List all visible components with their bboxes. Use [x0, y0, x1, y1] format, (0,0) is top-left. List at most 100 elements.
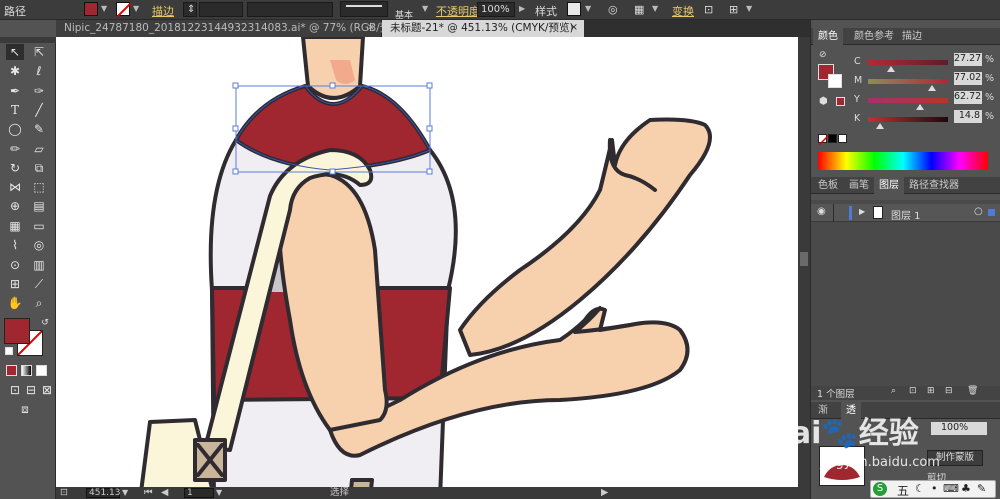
- none-color-button[interactable]: [818, 134, 829, 146]
- perspective-grid-tool-icon[interactable]: ▤: [30, 198, 48, 214]
- slider-k-thumb[interactable]: [876, 123, 884, 129]
- transparency-opacity-input[interactable]: 100%: [931, 422, 987, 435]
- type-tool-icon[interactable]: T: [6, 102, 24, 118]
- paintbrush-tool-icon[interactable]: ✎: [30, 121, 48, 137]
- toolbar-grip[interactable]: [0, 37, 56, 43]
- visibility-eye-icon[interactable]: ◉: [817, 206, 826, 217]
- lasso-tool-icon[interactable]: ℓ: [30, 63, 48, 79]
- gradient-mode-icon[interactable]: [21, 365, 32, 376]
- magic-wand-tool-icon[interactable]: ✱: [6, 63, 24, 79]
- color-mode-icon[interactable]: [6, 365, 17, 376]
- tab-color[interactable]: 颜色: [813, 28, 843, 45]
- stroke-none-swatch[interactable]: [116, 2, 132, 18]
- zoom-dropdown-icon[interactable]: ▼: [122, 487, 128, 499]
- tab-swatches[interactable]: 色板: [813, 177, 843, 194]
- slider-m-track[interactable]: [868, 79, 948, 84]
- selection-tool-icon[interactable]: ↖: [6, 44, 24, 60]
- status-arrow-icon[interactable]: ▶: [601, 487, 608, 499]
- tab-color-guide[interactable]: 颜色参考: [849, 28, 899, 45]
- recolor-icon[interactable]: ◎: [608, 3, 618, 16]
- close-icon[interactable]: ×: [367, 20, 375, 36]
- artboard-dropdown-icon[interactable]: ▼: [216, 487, 222, 499]
- stroke-weight-stepper[interactable]: ⇕: [183, 2, 197, 17]
- artboard-number-input[interactable]: 1: [184, 488, 214, 498]
- opacity-input[interactable]: 100%: [477, 2, 515, 17]
- cube-icon[interactable]: ⬢: [819, 96, 828, 107]
- keyboard-icon[interactable]: ⌨: [943, 482, 959, 495]
- m-value-input[interactable]: 77.02: [954, 72, 982, 85]
- shape-builder-tool-icon[interactable]: ⊕: [6, 198, 24, 214]
- mesh-tool-icon[interactable]: ▦: [6, 218, 24, 234]
- slider-c-thumb[interactable]: [887, 66, 895, 72]
- selection-indicator[interactable]: [988, 209, 995, 216]
- eyedropper-tool-icon[interactable]: ⌇: [6, 237, 24, 253]
- new-layer-icon[interactable]: ⊟: [945, 386, 953, 396]
- fill-swatch[interactable]: [84, 2, 98, 16]
- web-safe-swatch[interactable]: [836, 97, 845, 106]
- gradient-tool-icon[interactable]: ▭: [30, 218, 48, 234]
- zoom-input[interactable]: 451.13: [86, 488, 121, 498]
- clipping-mask-icon[interactable]: ⊡: [909, 386, 917, 396]
- none-mode-icon[interactable]: [36, 365, 47, 376]
- locate-object-icon[interactable]: ⌕: [891, 386, 896, 396]
- settings-icon[interactable]: ✎: [977, 482, 986, 495]
- fill-dropdown-icon[interactable]: ▼: [101, 4, 107, 13]
- blend-tool-icon[interactable]: ◎: [30, 237, 48, 253]
- scale-tool-icon[interactable]: ⧉: [30, 160, 48, 176]
- out-of-gamut-icon[interactable]: ⊘: [819, 50, 827, 60]
- target-circle-icon[interactable]: ○: [974, 206, 983, 217]
- slider-c-track[interactable]: [868, 60, 948, 65]
- ellipse-tool-icon[interactable]: ◯: [6, 121, 24, 137]
- ime-mode-label[interactable]: 五: [897, 482, 909, 499]
- pen-tool-icon[interactable]: ✒: [6, 83, 24, 99]
- stroke-color-swatch[interactable]: [828, 74, 842, 88]
- artboard-tool-icon[interactable]: ⊞: [6, 276, 24, 292]
- opacity-label[interactable]: 不透明度: [436, 3, 480, 19]
- line-tool-icon[interactable]: ╱: [30, 102, 48, 118]
- width-tool-icon[interactable]: ⋈: [6, 179, 24, 195]
- stroke-weight-input[interactable]: [199, 2, 243, 17]
- align-dropdown-icon[interactable]: ▼: [652, 4, 658, 13]
- graphic-style-swatch[interactable]: [567, 2, 581, 16]
- direct-selection-tool-icon[interactable]: ⇱: [30, 44, 48, 60]
- isolate-icon[interactable]: ⊡: [704, 3, 713, 16]
- rotate-tool-icon[interactable]: ↻: [6, 160, 24, 176]
- swap-colors-icon[interactable]: ↺: [36, 315, 54, 331]
- ime-toolbar[interactable]: S 五 ☾ • ⌨ ♣ ✎: [870, 480, 996, 498]
- delete-layer-icon[interactable]: 🗑: [967, 386, 978, 396]
- tab-stroke[interactable]: 描边: [897, 28, 927, 45]
- k-value-input[interactable]: 14.8: [954, 110, 982, 123]
- color-spectrum-bar[interactable]: [818, 152, 988, 170]
- free-transform-tool-icon[interactable]: ⬚: [30, 179, 48, 195]
- tab-pathfinder[interactable]: 路径查找器: [904, 177, 964, 194]
- transform-link[interactable]: 变换: [672, 3, 694, 19]
- tab-untitled-21[interactable]: 未标题-21* @ 451.13% (CMYK/预览) ×: [382, 20, 584, 37]
- default-colors-icon[interactable]: [5, 347, 13, 355]
- style-dropdown-icon[interactable]: ▼: [422, 4, 428, 13]
- tab-brushes[interactable]: 画笔: [844, 177, 874, 194]
- skin-icon[interactable]: ♣: [961, 482, 971, 495]
- layer-row[interactable]: ◉ ▶ 图层 1 ○: [811, 204, 1000, 222]
- opacity-arrow-icon[interactable]: ▶: [519, 4, 525, 13]
- screen-mode-icon[interactable]: ⧈: [16, 401, 34, 417]
- layer-name[interactable]: 图层 1: [891, 207, 921, 222]
- slider-m-thumb[interactable]: [928, 85, 936, 91]
- fill-color-front[interactable]: [4, 318, 30, 344]
- column-graph-tool-icon[interactable]: ▥: [30, 257, 48, 273]
- stroke-label[interactable]: 描边: [152, 3, 174, 19]
- artboard-nav-icon[interactable]: ⊡: [60, 487, 68, 499]
- black-color-button[interactable]: [828, 134, 837, 143]
- symbol-sprayer-tool-icon[interactable]: ⊙: [6, 257, 24, 273]
- slider-y-thumb[interactable]: [916, 104, 924, 110]
- arrange-dropdown-icon[interactable]: ▼: [746, 4, 752, 13]
- slider-k-track[interactable]: [868, 117, 948, 122]
- stroke-dropdown-icon[interactable]: ▼: [133, 4, 139, 13]
- tab-layers[interactable]: 图层: [874, 177, 904, 194]
- scrollbar-thumb[interactable]: [800, 252, 808, 266]
- zoom-tool-icon[interactable]: ⌕: [30, 295, 48, 311]
- white-color-button[interactable]: [838, 134, 847, 143]
- new-sublayer-icon[interactable]: ⊞: [927, 386, 935, 396]
- slider-y-track[interactable]: [868, 98, 948, 103]
- expand-triangle-icon[interactable]: ▶: [859, 207, 865, 216]
- graphic-style-dropdown-icon[interactable]: ▼: [585, 4, 591, 13]
